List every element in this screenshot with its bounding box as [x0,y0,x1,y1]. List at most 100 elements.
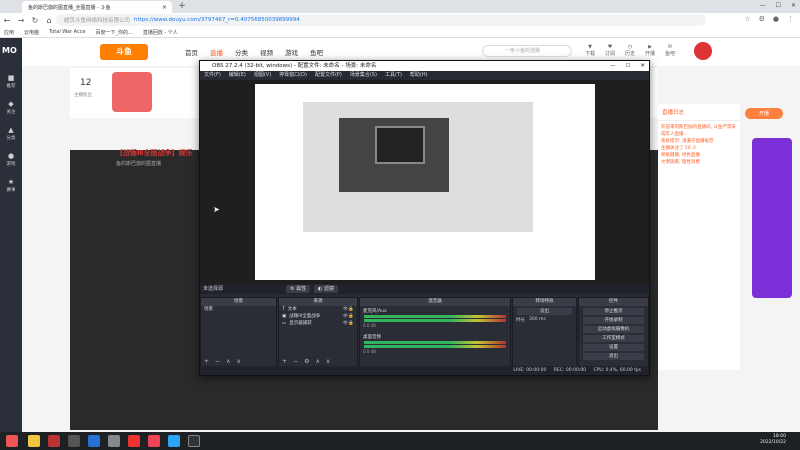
filters-button[interactable]: ◐ 滤镜 [314,285,338,293]
close-button[interactable]: ✕ [791,2,796,9]
rail-item[interactable]: ▲ 分类 [0,122,22,148]
source-item[interactable]: ▣ 战锤III全面战争 👁🔒 [279,313,357,320]
app-icon[interactable] [48,435,60,447]
start-icon[interactable] [6,435,18,447]
obs-close-button[interactable]: ✕ [640,61,645,71]
rail-item[interactable]: ★ 赛事 [0,174,22,200]
menu-profile[interactable]: 配置文件(P) [315,71,342,80]
address-bar[interactable]: 超页斗鱼网络科技有限公司 https://www.douyu.com/37974… [56,14,706,26]
menu-help[interactable]: 帮助(H) [410,71,428,80]
properties-button[interactable]: ⚙ 属性 [286,285,311,293]
follower-label: 主播粉丝 [74,93,92,98]
home-icon[interactable]: ⌂ [42,16,56,25]
menu-view[interactable]: 视图(V) [254,71,271,80]
nav-item-active[interactable]: 直播 [210,47,223,57]
source-item[interactable]: T 文本 👁🔒 [279,306,357,313]
side-button[interactable]: 开播 [745,108,783,119]
virtual-camera-button[interactable]: 启动虚拟摄像机 [583,326,644,333]
move-up-icon[interactable]: ∧ [226,357,230,366]
broadcast-icon[interactable]: ▶ 开播 [644,44,656,57]
rail-icon: ■ [7,74,15,82]
douyu-logo[interactable]: 斗鱼 [100,44,148,60]
visibility-lock-icon[interactable]: 👁🔒 [343,313,354,320]
history-icon[interactable]: ◷ 历史 [624,44,636,57]
stop-streaming-button[interactable]: 停止推流 [583,308,644,315]
minimize-button[interactable]: — [760,2,766,9]
gear-icon[interactable]: ⚙ [304,357,309,366]
rail-brand: MO [2,46,17,55]
nav-item[interactable]: 分类 [235,47,248,57]
star-icon[interactable]: ☆ [744,15,750,23]
app-icon[interactable] [68,435,80,447]
bookmark-item[interactable]: Total War Acce [49,29,86,35]
settings-button[interactable]: 设置 [583,344,644,351]
folder-icon[interactable] [28,435,40,447]
tab-close-icon[interactable]: × [162,4,167,11]
app-icon[interactable] [108,435,120,447]
bookmark-item[interactable]: 直播回放 - 个人 [143,29,178,36]
mixer-title: 混音器 [360,298,510,306]
rail-item[interactable]: ◆ 关注 [0,96,22,122]
bookmark-item[interactable]: 应用 [4,29,14,36]
maximize-button[interactable]: ☐ [776,2,781,9]
profile-icon[interactable]: ● [773,15,779,23]
visibility-lock-icon[interactable]: 👁🔒 [343,306,354,313]
obs-icon[interactable] [188,435,200,447]
scene-item[interactable]: 场景 [201,306,276,313]
source-item[interactable]: ▭ 显示器捕获 👁🔒 [279,320,357,327]
menu-icon[interactable]: ⋮ [787,15,794,23]
subscribe-icon[interactable]: ♥ 订阅 [604,44,616,57]
forward-icon[interactable]: → [14,16,28,25]
transition-select[interactable]: 淡出 [517,308,572,315]
studio-mode-button[interactable]: 工作室模式 [583,335,644,342]
chat-message: 欢迎来到斯巴伽的直播间, 斗鱼严禁未成年人直播... [661,125,736,137]
browser-tab[interactable]: 鱼的斯巴伽的图直播_全图直播 - 斗鱼 × [22,1,172,13]
exit-button[interactable]: 退出 [583,353,644,360]
browser-extensions: ☆ ⚙ ● ⋮ [744,15,794,23]
move-down-icon[interactable]: ∨ [326,357,330,366]
move-up-icon[interactable]: ∧ [315,357,319,366]
menu-scene-collection[interactable]: 场景集合(S) [350,71,377,80]
system-clock[interactable]: 18:00 2022/10/22 [760,434,786,446]
nav-item[interactable]: 首页 [185,47,198,57]
sources-title: 来源 [279,298,357,306]
app-icon[interactable] [148,435,160,447]
visibility-lock-icon[interactable]: 👁🔒 [343,320,354,327]
obs-preview[interactable] [200,80,649,284]
rail-item[interactable]: ■ 推荐 [0,70,22,96]
move-down-icon[interactable]: ∨ [236,357,240,366]
obs-minimize-button[interactable]: — [610,61,616,71]
menu-file[interactable]: 文件(F) [204,71,221,80]
remove-icon[interactable]: − [215,357,220,366]
start-recording-button[interactable]: 开始录制 [583,317,644,324]
search-input[interactable]: 一条小鱼的迷路 [482,45,572,57]
rail-item[interactable]: ● 游戏 [0,148,22,174]
streamer-avatar[interactable] [112,72,152,112]
steam-icon[interactable] [88,435,100,447]
avatar[interactable] [694,42,712,60]
extension-icon[interactable]: ⚙ [759,15,765,23]
app-icon[interactable] [128,435,140,447]
browser-tab-bar: 鱼的斯巴伽的图直播_全图直播 - 斗鱼 × + — ☐ ✕ [0,0,800,13]
obs-maximize-button[interactable]: ☐ [625,61,630,71]
duration-input[interactable]: 300 ms [529,317,546,323]
new-tab-button[interactable]: + [176,1,188,13]
menu-edit[interactable]: 编辑(E) [229,71,246,80]
live-status: LIVE: 00:00:00 [513,368,547,373]
menu-tools[interactable]: 工具(T) [385,71,402,80]
reload-icon[interactable]: ↻ [28,16,42,25]
nav-item[interactable]: 鱼吧 [310,47,323,57]
bookmark-item[interactable]: 云电脑 [24,29,39,36]
nav-item[interactable]: 游戏 [285,47,298,57]
menu-docks[interactable]: 停靠窗口(D) [279,71,307,80]
bookmark-item[interactable]: 百度一下_你的... [96,29,133,36]
promo-banner[interactable] [752,138,792,298]
back-icon[interactable]: ← [0,16,14,25]
forum-icon[interactable]: ✉ 鱼吧 [664,44,676,57]
add-icon[interactable]: + [282,357,287,366]
chrome-icon[interactable] [168,435,180,447]
nav-item[interactable]: 视频 [260,47,273,57]
remove-icon[interactable]: − [293,357,298,366]
download-icon[interactable]: ▼ 下载 [584,44,596,57]
add-icon[interactable]: + [204,357,209,366]
